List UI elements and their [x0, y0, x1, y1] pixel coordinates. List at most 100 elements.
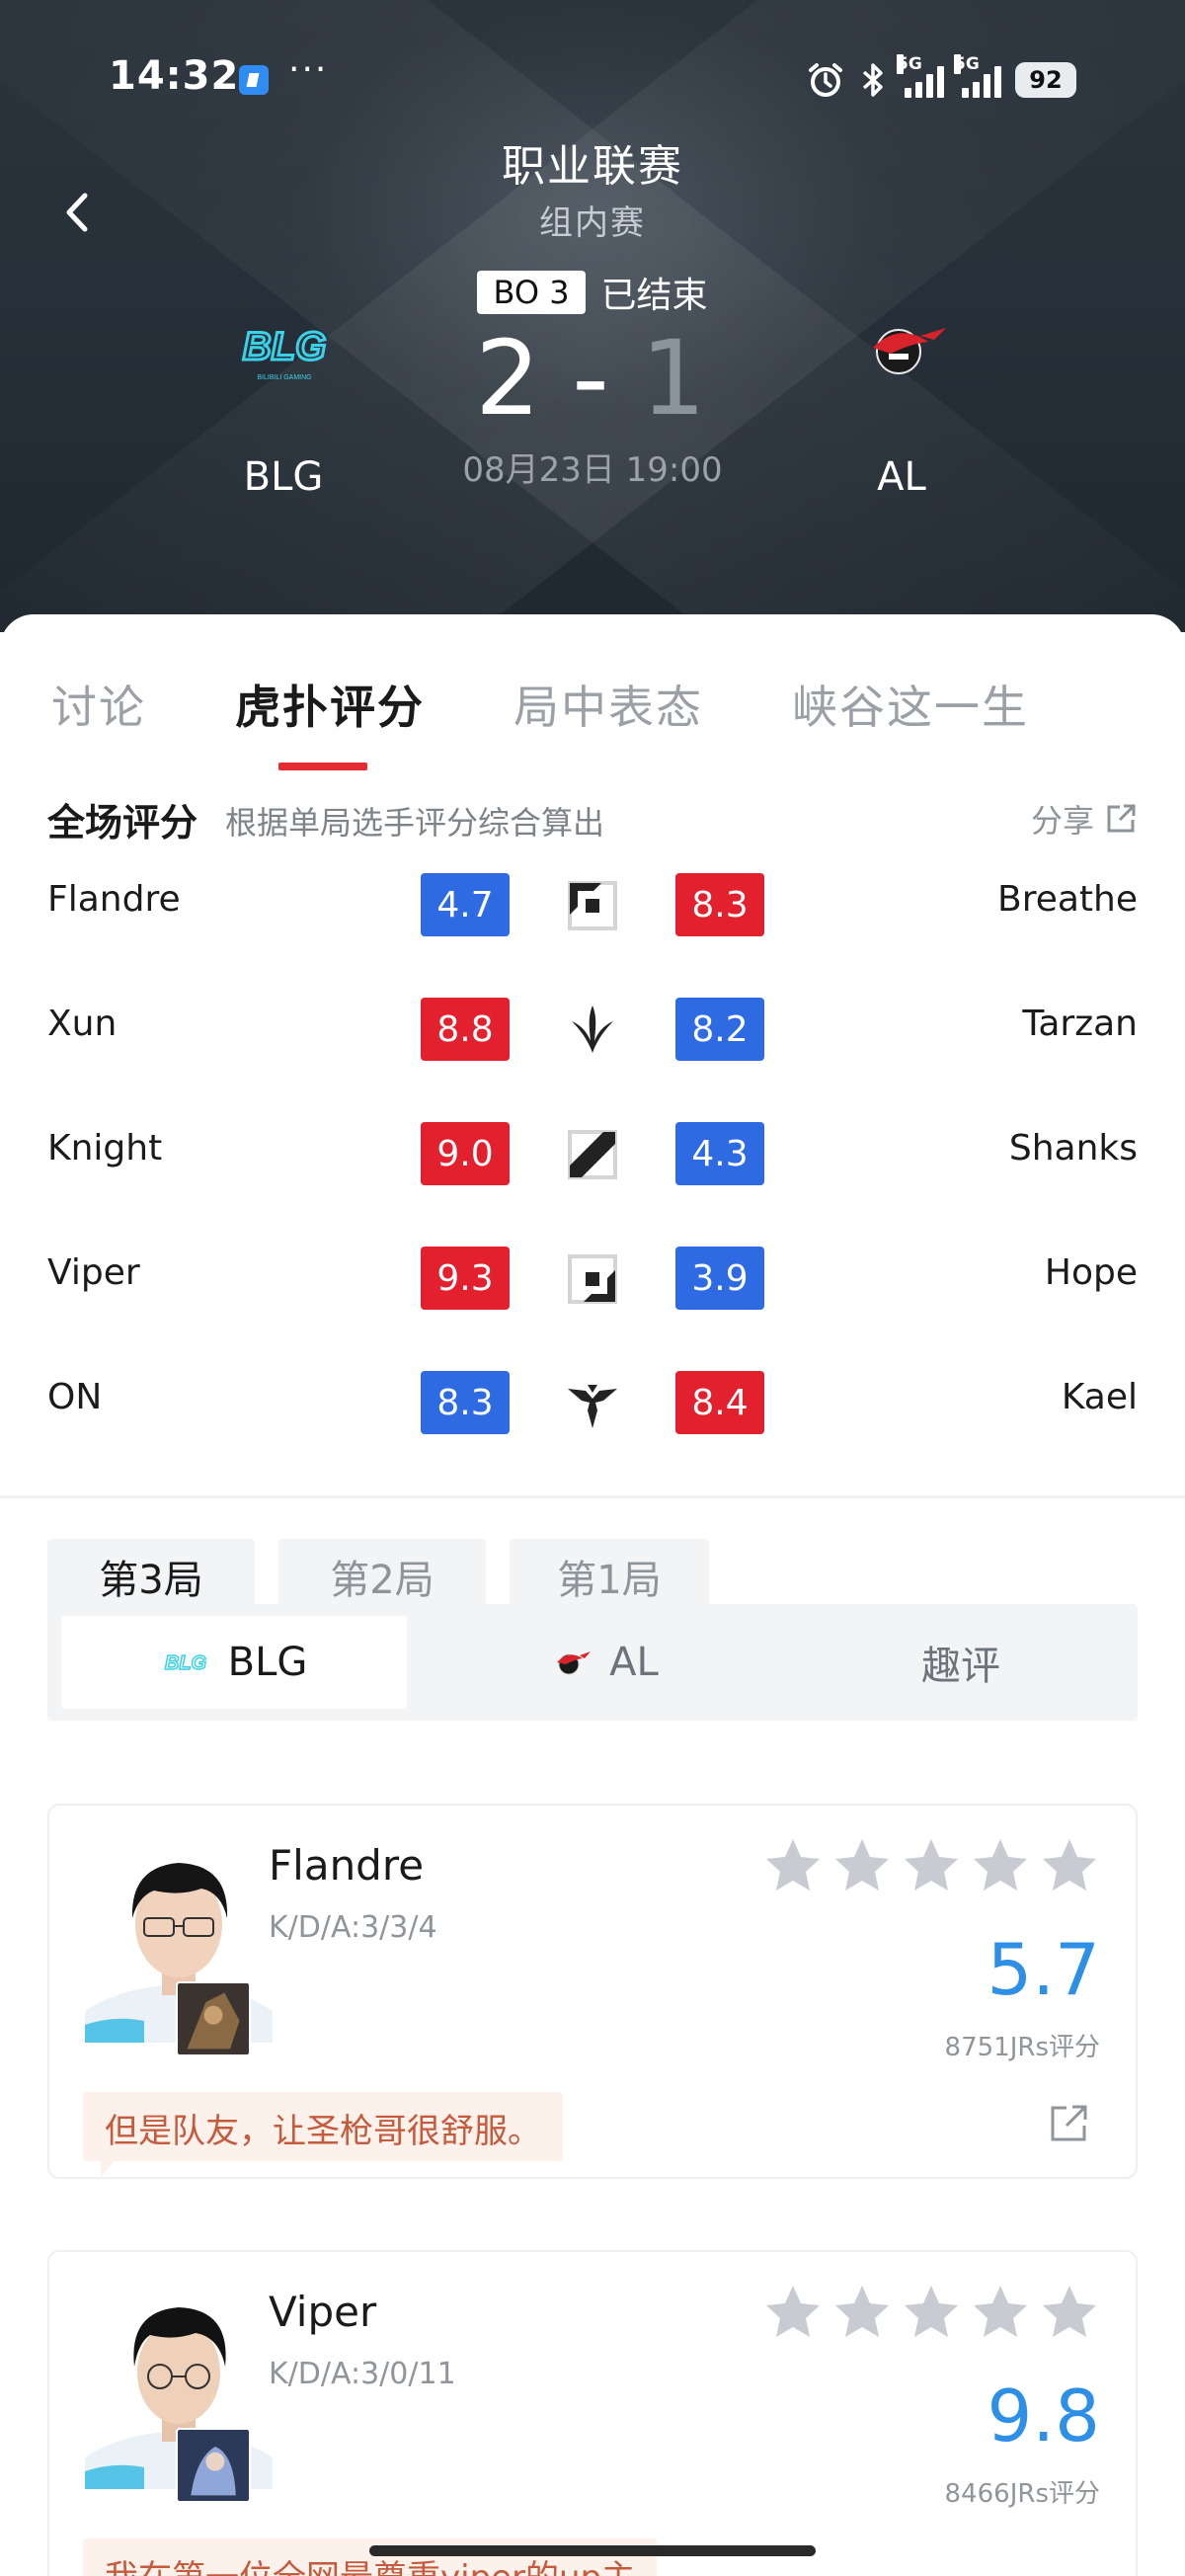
game-selector: 第3局 第2局 第1局: [47, 1539, 709, 1614]
bluetooth-icon: [862, 63, 883, 97]
score-right: 1: [640, 318, 710, 439]
right-player-name: Breathe: [997, 879, 1138, 920]
star-rating-input[interactable]: [764, 2284, 1098, 2339]
active-tab-indicator: [278, 763, 367, 770]
left-player-name: ON: [47, 1377, 103, 1417]
share-button[interactable]: 分享: [1031, 796, 1138, 842]
content-sheet: 讨论 虎扑评分 局中表态 峡谷这一生 全场评分 根据单局选手评分综合算出 分享 …: [0, 614, 1185, 2576]
main-tabs: 讨论 虎扑评分 局中表态 峡谷这一生: [0, 642, 1185, 770]
player-card[interactable]: Viper K/D/A:3/0/11 9.8 8466JRs评分 我在第一位全网…: [47, 2250, 1138, 2576]
team-name-left[interactable]: BLG: [135, 454, 432, 500]
overall-rating-title: 全场评分: [47, 801, 198, 845]
bot-icon: [568, 1254, 617, 1304]
signal-icon: 5G: [954, 54, 1001, 98]
champion-icon: [176, 2428, 251, 2503]
player-rating: 9.8: [987, 2375, 1100, 2457]
svg-text:BLG: BLG: [165, 1652, 206, 1674]
star-icon[interactable]: [833, 1837, 891, 1892]
battery-indicator: 92: [1015, 62, 1076, 98]
star-icon[interactable]: [764, 1837, 822, 1892]
star-rating-input[interactable]: [764, 1837, 1098, 1892]
tab-game-3[interactable]: 第3局: [47, 1539, 255, 1614]
right-player-score: 8.2: [675, 998, 764, 1061]
right-player-name: Tarzan: [1022, 1004, 1138, 1044]
right-player-score: 4.3: [675, 1122, 764, 1185]
star-icon[interactable]: [903, 2284, 960, 2339]
home-indicator[interactable]: [369, 2545, 816, 2556]
signal-icon: 5G: [897, 54, 944, 98]
player-name: Viper: [269, 2288, 377, 2336]
right-player-score: 8.4: [675, 1371, 764, 1434]
star-icon[interactable]: [1041, 1837, 1098, 1892]
alarm-icon: [809, 63, 842, 97]
stage-label: 组内赛: [539, 203, 646, 243]
section-divider: [0, 1495, 1185, 1498]
left-player-score: 9.3: [421, 1247, 510, 1310]
left-player-score: 8.3: [421, 1371, 510, 1434]
rating-row[interactable]: Knight 9.0 4.3 Shanks: [0, 1122, 1185, 1187]
star-icon[interactable]: [903, 1837, 960, 1892]
match-score: 2-1: [0, 318, 1185, 439]
support-icon: [568, 1385, 617, 1428]
system-icons: 5G 5G 92: [806, 54, 1076, 105]
match-format-row: BO 3 已结束: [0, 267, 1185, 318]
mid-icon: [568, 1130, 617, 1179]
player-card[interactable]: Flandre K/D/A:3/3/4 5.7 8751JRs评分 但是队友，让…: [47, 1804, 1138, 2179]
rating-row[interactable]: Xun 8.8 8.2 Tarzan: [0, 998, 1185, 1063]
jungle-icon: [572, 1006, 613, 1053]
team-name-right[interactable]: AL: [753, 454, 1050, 500]
score-left: 2: [475, 318, 545, 439]
star-icon[interactable]: [764, 2284, 822, 2339]
tab-team-al[interactable]: AL: [442, 1616, 764, 1709]
left-player-name: Knight: [47, 1128, 163, 1168]
tab-hupu-rating[interactable]: 虎扑评分: [235, 672, 425, 737]
player-rating: 5.7: [987, 1928, 1100, 2011]
rating-vote-count: 8751JRs评分: [944, 2033, 1100, 2062]
star-icon[interactable]: [1041, 2284, 1098, 2339]
top-icon: [568, 881, 617, 930]
tab-fun-reviews[interactable]: 趣评: [798, 1616, 1124, 1709]
status-bar: 14:32 ··· 5G 5G 92: [0, 45, 1185, 115]
right-player-name: Shanks: [1008, 1128, 1138, 1168]
match-status: 已结束: [600, 276, 708, 316]
match-header: 14:32 ··· 5G 5G 92 职业联赛 组内赛 BO 3 已结束 BLG…: [0, 0, 1185, 632]
tab-game-2[interactable]: 第2局: [278, 1539, 486, 1614]
top-comment[interactable]: 我在第一位全网最尊重viper的up主: [83, 2538, 658, 2576]
rating-row[interactable]: Flandre 4.7 8.3 Breathe: [0, 873, 1185, 938]
right-player-name: Hope: [1044, 1252, 1138, 1293]
status-time: 14:32: [109, 53, 240, 99]
player-kda: K/D/A:3/0/11: [269, 2357, 456, 2391]
tab-canyon-life[interactable]: 峡谷这一生: [792, 672, 1029, 737]
overall-rating-header: 全场评分 根据单局选手评分综合算出 分享: [47, 792, 1138, 851]
left-player-name: Flandre: [47, 879, 181, 920]
app-notification-icon: [239, 65, 269, 95]
left-player-name: Xun: [47, 1004, 118, 1044]
player-kda: K/D/A:3/3/4: [269, 1910, 437, 1945]
tab-discussion[interactable]: 讨论: [51, 672, 146, 737]
tab-game-1[interactable]: 第1局: [510, 1539, 709, 1614]
tab-in-game-stance[interactable]: 局中表态: [514, 672, 703, 737]
share-icon[interactable]: [1047, 2102, 1090, 2145]
star-icon[interactable]: [833, 2284, 891, 2339]
rating-row[interactable]: ON 8.3 8.4 Kael: [0, 1371, 1185, 1436]
right-player-score: 8.3: [675, 873, 764, 936]
rating-row[interactable]: Viper 9.3 3.9 Hope: [0, 1247, 1185, 1312]
player-name: Flandre: [269, 1841, 425, 1890]
more-notifications-icon: ···: [288, 49, 329, 90]
tab-team-blg-label: BLG: [227, 1640, 308, 1685]
champion-icon: [176, 1981, 251, 2056]
star-icon[interactable]: [972, 1837, 1029, 1892]
al-small-logo: [557, 1651, 592, 1675]
right-player-name: Kael: [1061, 1377, 1138, 1417]
star-icon[interactable]: [972, 2284, 1029, 2339]
blg-small-logo: BLG: [164, 1651, 207, 1675]
left-player-name: Viper: [47, 1252, 140, 1293]
left-player-score: 8.8: [421, 998, 510, 1061]
top-comment[interactable]: 但是队友，让圣枪哥很舒服。: [83, 2092, 563, 2177]
league-title: 职业联赛: [502, 141, 683, 192]
tab-team-blg[interactable]: BLG BLG: [61, 1616, 407, 1709]
left-player-score: 9.0: [421, 1122, 510, 1185]
share-label: 分享: [1030, 802, 1094, 840]
score-separator: -: [572, 318, 613, 439]
left-player-score: 4.7: [421, 873, 510, 936]
